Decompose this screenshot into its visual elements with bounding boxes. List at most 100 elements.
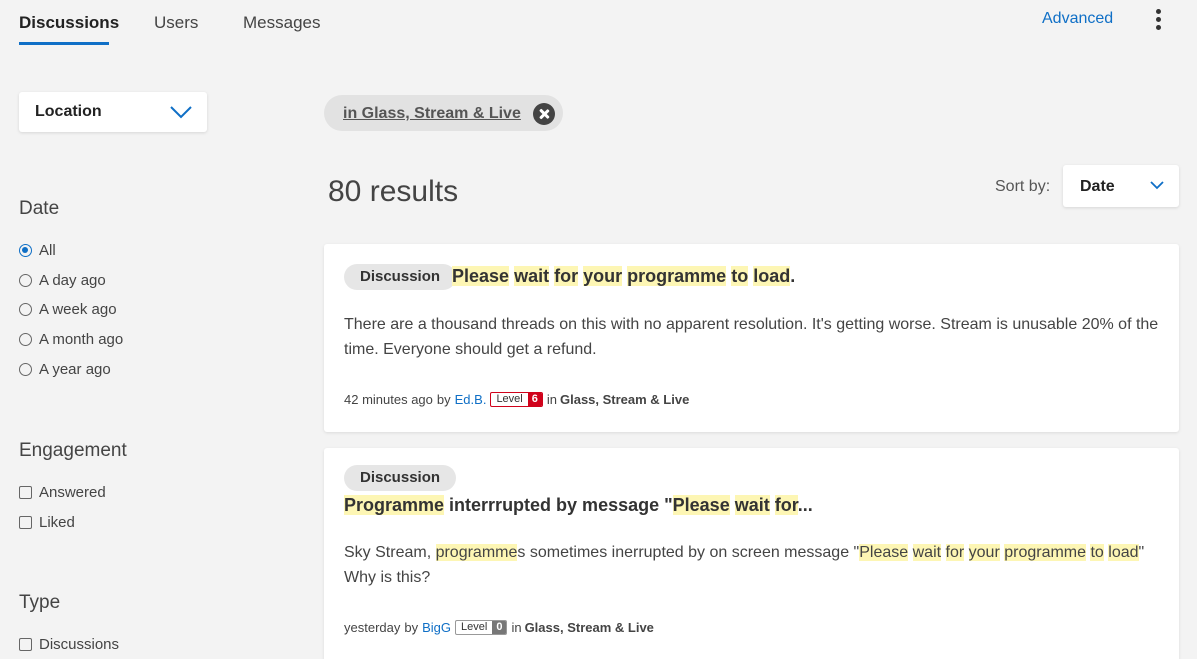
checkbox[interactable] xyxy=(19,515,32,529)
highlighted-term: load xyxy=(753,266,791,286)
date-option-all[interactable]: All xyxy=(19,240,56,260)
engagement-option-answered[interactable]: Answered xyxy=(19,482,106,502)
level-number: 6 xyxy=(527,393,542,406)
text-segment: ... xyxy=(797,495,813,515)
text-segment: interrrupted by message " xyxy=(444,495,673,515)
level-badge: Level 6 xyxy=(490,392,543,407)
result-meta: 42 minutes ago by Ed.B. Level 6 in Glass… xyxy=(344,392,689,407)
active-tab-indicator xyxy=(19,42,109,45)
highlighted-term: your xyxy=(583,266,623,286)
by-label: by xyxy=(404,620,419,635)
chevron-down-icon xyxy=(1150,181,1164,190)
date-option-day[interactable]: A day ago xyxy=(19,270,106,290)
sort-dropdown[interactable]: Date xyxy=(1063,165,1179,207)
text-segment: Sky Stream, xyxy=(344,544,436,561)
level-label: Level xyxy=(461,621,488,633)
location-dropdown-label: Location xyxy=(35,103,102,120)
option-label: A year ago xyxy=(39,360,111,378)
discussion-badge: Discussion xyxy=(344,264,457,290)
type-filter-title: Type xyxy=(19,592,61,613)
kebab-menu-icon[interactable] xyxy=(1150,8,1166,34)
highlighted-term: Please xyxy=(859,544,909,561)
results-count: 80 results xyxy=(328,175,459,208)
author-link[interactable]: BigG xyxy=(422,620,451,635)
highlighted-term: your xyxy=(968,544,1000,561)
engagement-option-liked[interactable]: Liked xyxy=(19,512,75,532)
highlighted-term: wait xyxy=(734,495,770,515)
level-badge: Level 0 xyxy=(455,620,508,635)
radio-selected[interactable] xyxy=(19,243,32,257)
highlighted-term: for xyxy=(554,266,579,286)
text-segment xyxy=(770,495,775,515)
highlighted-term: Please xyxy=(452,266,510,286)
radio[interactable] xyxy=(19,273,32,287)
highlighted-term: for xyxy=(945,544,965,561)
discussion-badge: Discussion xyxy=(344,465,457,491)
text-segment: . xyxy=(790,266,796,286)
result-meta: yesterday by BigG Level 0 in Glass, Stre… xyxy=(344,620,654,635)
result-snippet: There are a thousand threads on this wit… xyxy=(344,312,1159,362)
in-label: in xyxy=(511,620,522,635)
text-segment xyxy=(730,495,735,515)
highlighted-term: Programme xyxy=(344,495,445,515)
option-label: Discussions xyxy=(39,635,120,653)
tab-discussions[interactable]: Discussions xyxy=(19,13,119,33)
radio[interactable] xyxy=(19,332,32,346)
highlighted-term: Please xyxy=(672,495,730,515)
chevron-down-icon xyxy=(170,106,192,119)
text-segment: There are a thousand threads on this wit… xyxy=(344,316,1159,358)
option-label: A month ago xyxy=(39,330,124,348)
by-label: by xyxy=(436,392,451,407)
post-time: 42 minutes ago xyxy=(344,392,433,407)
filter-chip-label[interactable]: in Glass, Stream & Live xyxy=(343,105,521,123)
highlighted-term: for xyxy=(774,495,798,515)
result-title[interactable]: Please wait for your programme to load. xyxy=(452,266,795,287)
date-filter-title: Date xyxy=(19,198,60,219)
checkbox[interactable] xyxy=(19,485,32,499)
highlighted-term: wait xyxy=(912,544,942,561)
result-card: Discussion Programme interrrupted by mes… xyxy=(324,448,1179,659)
result-card: Discussion Please wait for your programm… xyxy=(324,244,1179,432)
level-number: 0 xyxy=(492,621,507,634)
highlighted-term: programme xyxy=(627,266,727,286)
post-time: yesterday xyxy=(344,620,401,635)
engagement-filter-title: Engagement xyxy=(19,440,127,461)
highlighted-term: programme xyxy=(1004,544,1087,561)
radio[interactable] xyxy=(19,302,32,316)
sort-dropdown-value: Date xyxy=(1080,178,1115,195)
active-filter-chip: in Glass, Stream & Live xyxy=(324,95,563,131)
option-label: A week ago xyxy=(39,300,117,318)
tab-users[interactable]: Users xyxy=(154,13,198,33)
radio[interactable] xyxy=(19,362,32,376)
text-segment xyxy=(908,544,912,561)
option-label: Answered xyxy=(39,483,106,501)
level-label: Level xyxy=(496,393,523,405)
date-option-week[interactable]: A week ago xyxy=(19,299,117,319)
sort-by-label: Sort by: xyxy=(995,178,1051,195)
option-label: Liked xyxy=(39,513,75,531)
text-segment: s sometimes inerrupted by on screen mess… xyxy=(517,544,860,561)
result-title[interactable]: Programme interrrupted by message "Pleas… xyxy=(344,495,813,516)
location-dropdown[interactable]: Location xyxy=(19,92,207,132)
advanced-link[interactable]: Advanced xyxy=(1042,10,1113,28)
type-option-discussions[interactable]: Discussions xyxy=(19,634,119,654)
highlighted-term: to xyxy=(1090,544,1104,561)
option-label: A day ago xyxy=(39,271,106,289)
board-location[interactable]: Glass, Stream & Live xyxy=(525,620,654,635)
highlighted-term: programme xyxy=(435,544,518,561)
text-segment xyxy=(941,544,945,561)
board-location[interactable]: Glass, Stream & Live xyxy=(560,392,689,407)
checkbox[interactable] xyxy=(19,637,32,651)
author-link[interactable]: Ed.B. xyxy=(455,392,487,407)
date-option-month[interactable]: A month ago xyxy=(19,329,123,349)
search-tabs: Discussions Users Messages Advanced xyxy=(0,0,1197,48)
result-snippet: Sky Stream, programmes sometimes inerrup… xyxy=(344,540,1159,590)
date-option-year[interactable]: A year ago xyxy=(19,359,111,379)
option-label: All xyxy=(39,241,56,259)
text-segment xyxy=(964,544,968,561)
tab-messages[interactable]: Messages xyxy=(243,13,320,33)
highlighted-term: wait xyxy=(514,266,550,286)
close-circle-icon[interactable] xyxy=(533,103,555,125)
in-label: in xyxy=(546,392,557,407)
highlighted-term: load xyxy=(1108,544,1139,561)
